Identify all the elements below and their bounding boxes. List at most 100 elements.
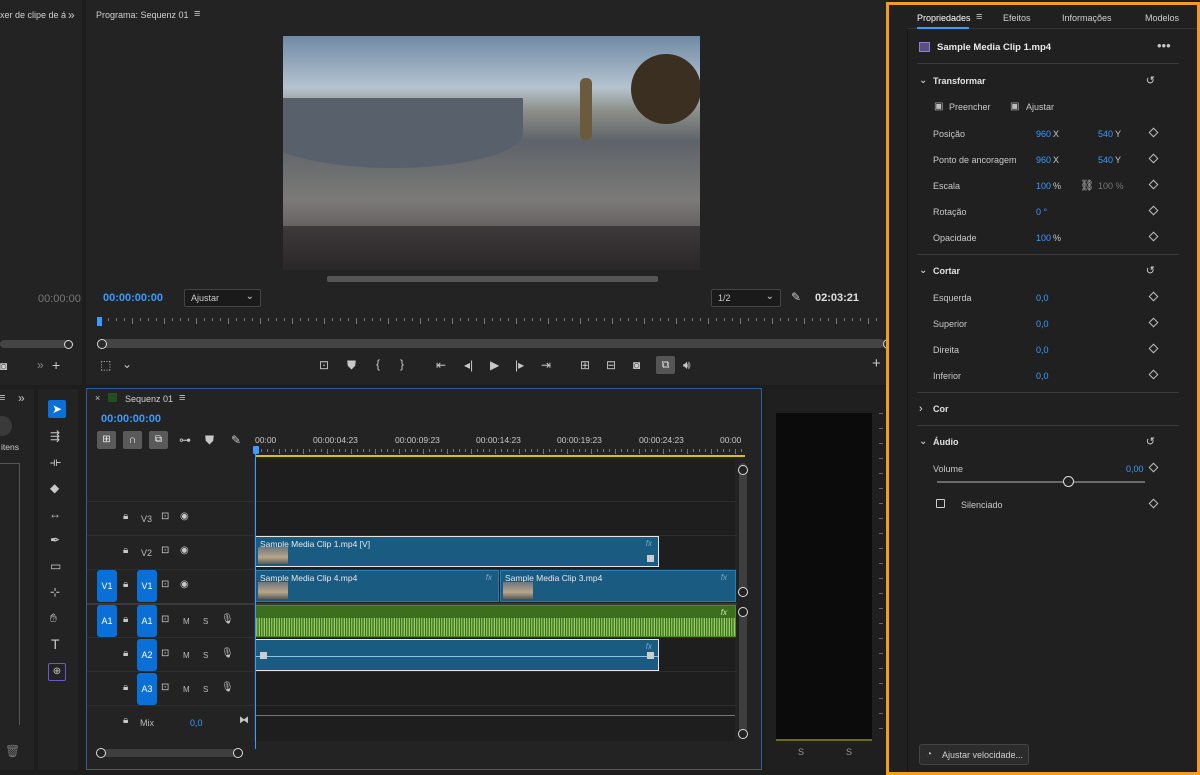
camera-icon[interactable]: ◙ [0, 360, 7, 372]
pen-icon[interactable]: ✒ [50, 534, 60, 546]
adjust-speed-button[interactable]: ◔ Ajustar velocidade... [919, 744, 1029, 765]
comparison-view-icon[interactable]: ⧉ [656, 356, 675, 374]
lock-icon[interactable]: 🔒︎ [123, 580, 128, 590]
caption-tool-icon[interactable]: ⊕ [48, 663, 66, 681]
anchor-x-value[interactable]: 960 [1036, 155, 1051, 165]
eye-icon[interactable]: ◉ [180, 512, 189, 522]
mix-value[interactable]: 0,0 [190, 718, 203, 728]
clip-a2-audio[interactable]: fx [255, 639, 659, 671]
program-ruler[interactable] [100, 318, 885, 328]
rotation-value[interactable]: 0 ° [1036, 207, 1047, 217]
mute-label[interactable]: Silenciado [961, 500, 1003, 510]
program-timecode[interactable]: 00:00:00:00 [103, 292, 163, 304]
keyframe-toggle-icon[interactable] [1148, 127, 1159, 138]
mark-in-icon[interactable]: { [376, 358, 380, 370]
lock-icon[interactable]: 🔒︎ [123, 649, 128, 659]
reset-icon[interactable]: ↺ [1146, 74, 1155, 87]
crop-right-value[interactable]: 0,0 [1036, 345, 1049, 355]
keyframe-toggle-icon[interactable] [1148, 291, 1159, 302]
scroll-handle[interactable] [738, 607, 748, 617]
solo-button[interactable]: S [203, 685, 208, 694]
mute-button[interactable]: M [183, 617, 190, 626]
lock-icon[interactable]: 🔒︎ [123, 546, 128, 556]
timeline-title[interactable]: Sequenz 01 [125, 394, 173, 404]
marker-icon[interactable]: ⛊ [347, 359, 356, 371]
fill-icon[interactable]: ▣ [934, 101, 943, 112]
scroll-handle[interactable] [738, 587, 748, 597]
clip-v2-sample-1[interactable]: Sample Media Clip 1.mp4 [V] fx [255, 536, 659, 567]
sync-lock-icon[interactable]: ⊡ [161, 615, 169, 625]
lock-icon[interactable]: 🔒︎ [123, 683, 128, 693]
nest-toggle-button[interactable]: ⊞ [97, 431, 116, 449]
source-patch-a1[interactable]: A1 [97, 605, 117, 637]
track-target-a1[interactable]: A1 [137, 605, 157, 637]
add-button-icon[interactable]: + [872, 356, 881, 371]
source-patch-v1[interactable]: V1 [97, 570, 117, 602]
eye-icon[interactable]: ◉ [180, 546, 189, 556]
mark-out-icon[interactable]: } [400, 358, 404, 370]
fill-label[interactable]: Preencher [949, 102, 991, 112]
crop-top-value[interactable]: 0,0 [1036, 319, 1049, 329]
fit-label[interactable]: Ajustar [1026, 102, 1054, 112]
track-select-icon[interactable]: ⇶ [50, 430, 60, 442]
lift-icon[interactable]: ⊞ [580, 359, 590, 371]
reset-icon[interactable]: ↺ [1146, 264, 1155, 277]
track-target-a2[interactable]: A2 [137, 639, 157, 671]
add-marker-track-icon[interactable]: ⊶ [179, 434, 191, 446]
zoom-handle[interactable] [233, 748, 243, 758]
go-to-in-icon[interactable]: ⇤ [436, 359, 446, 371]
clip-v1-sample-3[interactable]: Sample Media Clip 3.mp4 fx [500, 570, 736, 602]
volume-slider-track[interactable] [937, 481, 1145, 483]
sync-lock-icon[interactable]: ⊡ [161, 546, 169, 556]
play-icon[interactable]: ▶ [490, 359, 499, 371]
go-to-out-icon[interactable]: ⇥ [541, 359, 551, 371]
type-icon[interactable]: T [51, 637, 60, 651]
track-label-v3[interactable]: V3 [141, 514, 152, 524]
source-panel-title[interactable]: xer de clipe de á [0, 10, 66, 20]
panel-menu-icon[interactable]: ≡ [194, 9, 200, 20]
work-area-bar[interactable] [255, 455, 745, 457]
wrench-icon[interactable]: ✎ [791, 291, 801, 303]
panel-menu-icon[interactable]: ≡ [179, 393, 185, 404]
zoom-handle[interactable] [96, 748, 106, 758]
sync-lock-icon[interactable]: ⊡ [161, 512, 169, 522]
razor-icon[interactable]: ◆ [50, 482, 59, 494]
microphone-icon[interactable]: 🎙︎ [221, 649, 234, 659]
anchor-y-value[interactable]: 540 [1098, 155, 1113, 165]
hand-icon[interactable]: ✋︎ [50, 612, 57, 624]
timeline-timecode[interactable]: 00:00:00:00 [101, 413, 161, 425]
video-tracks-scrollbar[interactable] [739, 463, 747, 595]
keyframe-toggle-icon[interactable] [1148, 231, 1159, 242]
mute-button[interactable]: M [183, 685, 190, 694]
solo-button[interactable]: S [203, 651, 208, 660]
sync-lock-icon[interactable]: ⊡ [161, 580, 169, 590]
volume-slider-handle[interactable] [1063, 476, 1074, 487]
source-scrub-bar[interactable] [0, 340, 72, 348]
position-x-value[interactable]: 960 [1036, 129, 1051, 139]
panel-overflow-icon[interactable]: » [18, 392, 25, 404]
eye-icon[interactable]: ◉ [180, 580, 189, 590]
chevron-down-icon[interactable]: ⌄ [122, 358, 132, 370]
link-icon[interactable]: ⛓︎ [1080, 179, 1094, 192]
fit-icon[interactable]: ▣ [1010, 101, 1019, 112]
sync-lock-icon[interactable]: ⊡ [161, 683, 169, 693]
mix-end-icon[interactable]: ⧓ [239, 716, 249, 726]
keyframe-toggle-icon[interactable] [1148, 179, 1159, 190]
search-field[interactable] [0, 416, 12, 436]
keyframe-toggle-icon[interactable] [1148, 498, 1159, 509]
snap-button[interactable]: ∩ [123, 431, 142, 449]
timeline-playhead-head[interactable] [253, 446, 259, 454]
reset-icon[interactable]: ↺ [1146, 435, 1155, 448]
keyframe-toggle-icon[interactable] [1148, 153, 1159, 164]
zoom-frame-icon[interactable]: ⊡ [319, 359, 329, 371]
crop-tool-icon[interactable]: ⊹ [50, 586, 60, 598]
mute-button[interactable]: M [183, 651, 190, 660]
slip-icon[interactable]: ↔ [49, 508, 61, 520]
monitor-scroll-bar[interactable] [327, 276, 658, 282]
timeline-ruler[interactable]: 00:00 00:00:04:23 00:00:09:23 00:00:14:2… [255, 433, 745, 457]
close-tab-icon[interactable]: × [95, 394, 100, 403]
fit-dropdown[interactable]: Ajustar ⌄ [184, 289, 261, 307]
lock-icon[interactable]: 🔒︎ [123, 512, 128, 522]
sync-lock-icon[interactable]: ⊡ [161, 649, 169, 659]
export-frame-icon[interactable]: ◙ [633, 359, 640, 371]
